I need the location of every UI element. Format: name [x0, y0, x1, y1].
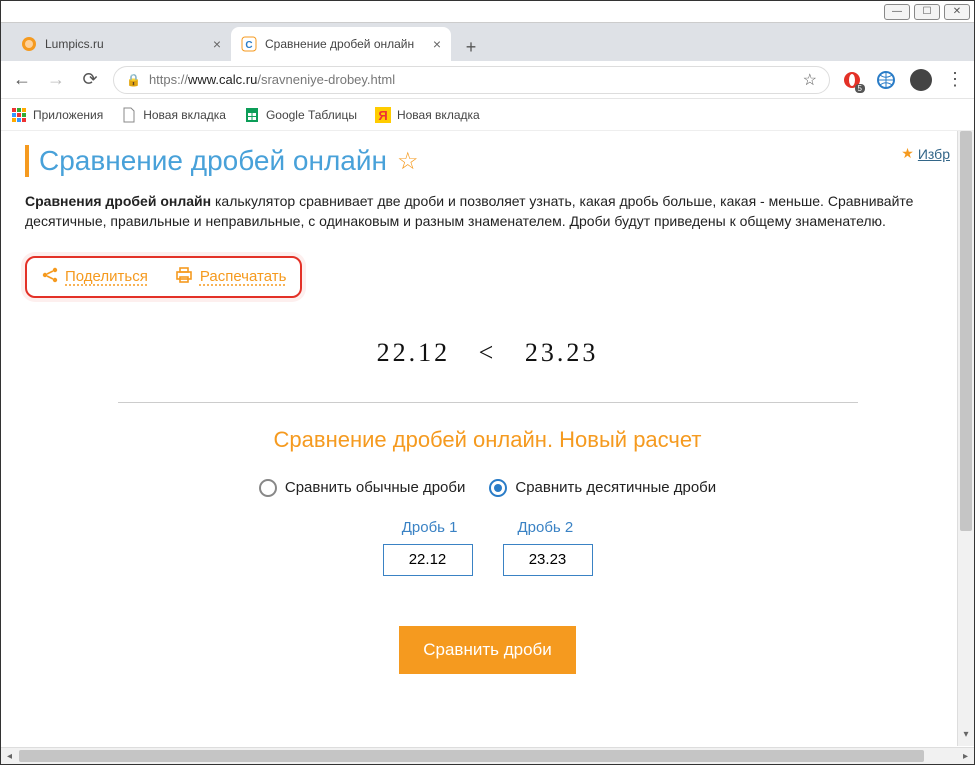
profile-avatar[interactable] — [910, 69, 932, 91]
tab-close-icon[interactable]: × — [433, 36, 441, 52]
tab-favicon-icon — [21, 36, 37, 52]
tab-title: Сравнение дробей онлайн — [265, 37, 425, 51]
section-title: Сравнение дробей онлайн. Новый расчет — [25, 427, 950, 453]
result-operator: < — [479, 338, 497, 367]
share-button[interactable]: Поделиться — [41, 266, 148, 288]
page-icon — [121, 107, 137, 123]
compare-button[interactable]: Сравнить дроби — [399, 626, 576, 674]
apps-icon — [11, 107, 27, 123]
label-fraction-1: Дробь 1 — [402, 519, 458, 536]
print-icon — [174, 266, 194, 288]
sheets-icon — [244, 107, 260, 123]
yandex-icon: Я — [375, 107, 391, 123]
scroll-down-arrow-icon[interactable]: ▾ — [958, 729, 974, 746]
page-viewport: Сравнение дробей онлайн ☆ ★ Избр Сравнен… — [1, 131, 974, 746]
favorites-link-text: Избр — [918, 146, 950, 162]
result-left: 22.12 — [377, 338, 451, 367]
window-minimize-button[interactable]: — — [884, 4, 910, 20]
tab-title: Lumpics.ru — [45, 37, 205, 51]
reload-button[interactable]: ⟳ — [79, 69, 101, 90]
bookmarks-bar: Приложения Новая вкладка Google Таблицы … — [1, 99, 974, 131]
radio-label: Сравнить обычные дроби — [285, 479, 466, 496]
fraction-type-radios: Сравнить обычные дроби Сравнить десятичн… — [25, 479, 950, 497]
address-bar[interactable]: 🔒 https://www.calc.ru/sravneniye-drobey.… — [113, 66, 830, 94]
lock-icon: 🔒 — [126, 73, 141, 87]
horizontal-scrollbar[interactable]: ◂ ▸ — [1, 747, 974, 764]
menu-button[interactable]: ⋮ — [946, 69, 964, 90]
tab-calc[interactable]: C Сравнение дробей онлайн × — [231, 27, 451, 61]
scroll-right-arrow-icon[interactable]: ▸ — [957, 748, 974, 764]
vertical-scroll-thumb[interactable] — [960, 131, 972, 531]
radio-decimal-fractions[interactable]: Сравнить десятичные дроби — [489, 479, 716, 497]
share-label: Поделиться — [65, 268, 148, 285]
share-icon — [41, 266, 59, 288]
bookmark-label: Google Таблицы — [266, 108, 357, 122]
favorite-star-icon[interactable]: ☆ — [397, 147, 419, 176]
comparison-result: 22.12 < 23.23 — [25, 338, 950, 368]
action-row: Поделиться Распечатать — [25, 256, 302, 298]
browser-toolbar: ← → ⟳ 🔒 https://www.calc.ru/sravneniye-d… — [1, 61, 974, 99]
horizontal-scroll-thumb[interactable] — [19, 750, 924, 762]
input-row — [25, 544, 950, 576]
label-fraction-2: Дробь 2 — [518, 519, 574, 536]
bookmark-label: Новая вкладка — [397, 108, 480, 122]
scroll-left-arrow-icon[interactable]: ◂ — [1, 748, 18, 764]
back-button[interactable]: ← — [11, 69, 33, 90]
bookmark-label: Приложения — [33, 108, 103, 122]
bookmark-apps[interactable]: Приложения — [11, 107, 103, 123]
page-description: Сравнения дробей онлайн калькулятор срав… — [25, 191, 950, 232]
result-right: 23.23 — [525, 338, 599, 367]
favorites-link[interactable]: ★ Избр — [901, 145, 950, 162]
window-close-button[interactable]: ✕ — [944, 4, 970, 20]
radio-ordinary-fractions[interactable]: Сравнить обычные дроби — [259, 479, 466, 497]
tab-lumpics[interactable]: Lumpics.ru × — [11, 27, 231, 61]
svg-text:C: C — [245, 40, 252, 51]
url-text: https://www.calc.ru/sravneniye-drobey.ht… — [149, 72, 395, 87]
extension-globe-icon[interactable] — [876, 70, 896, 90]
print-button[interactable]: Распечатать — [174, 266, 287, 288]
extension-opera-icon[interactable]: 5 — [842, 70, 862, 90]
new-tab-button[interactable]: + — [457, 33, 485, 61]
bookmark-label: Новая вкладка — [143, 108, 226, 122]
tab-favicon-icon: C — [241, 36, 257, 52]
bookmark-newtab2[interactable]: Я Новая вкладка — [375, 107, 480, 123]
vertical-scrollbar[interactable]: ▴ ▾ — [957, 131, 974, 746]
forward-button[interactable]: → — [45, 69, 67, 90]
bookmark-newtab1[interactable]: Новая вкладка — [121, 107, 226, 123]
fraction-1-input[interactable] — [383, 544, 473, 576]
page-title: Сравнение дробей онлайн — [39, 145, 387, 177]
divider — [118, 402, 858, 403]
star-icon: ★ — [901, 145, 914, 162]
tab-close-icon[interactable]: × — [213, 36, 221, 52]
radio-label: Сравнить десятичные дроби — [515, 479, 716, 496]
print-label: Распечатать — [200, 268, 287, 285]
tab-strip: Lumpics.ru × C Сравнение дробей онлайн ×… — [1, 23, 974, 61]
extension-icons: 5 ⋮ — [842, 69, 964, 91]
input-labels: Дробь 1 Дробь 2 — [25, 519, 950, 536]
extension-badge: 5 — [855, 84, 865, 93]
window-titlebar: — ☐ ✕ — [1, 1, 974, 23]
svg-text:Я: Я — [378, 108, 387, 123]
window-maximize-button[interactable]: ☐ — [914, 4, 940, 20]
bookmark-star-icon[interactable]: ☆ — [803, 70, 817, 90]
bookmark-sheets[interactable]: Google Таблицы — [244, 107, 357, 123]
page-title-wrap: Сравнение дробей онлайн ☆ — [25, 145, 419, 177]
fraction-2-input[interactable] — [503, 544, 593, 576]
